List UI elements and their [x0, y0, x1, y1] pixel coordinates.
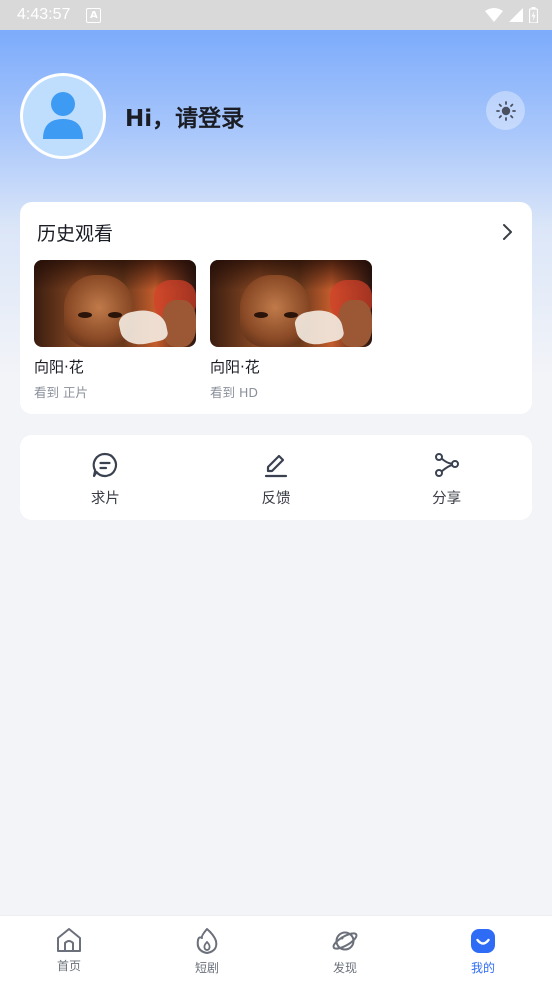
sun-icon	[495, 100, 516, 121]
history-card: 历史观看 向阳·花 看到 正片 向阳·花 看到 HD	[20, 202, 532, 414]
video-title: 向阳·花	[210, 358, 260, 376]
action-label: 反馈	[261, 491, 291, 507]
share-icon	[434, 453, 459, 477]
feedback-button[interactable]: 反馈	[191, 435, 362, 520]
tab-home[interactable]: 首页	[0, 916, 138, 984]
action-label: 求片	[90, 491, 120, 507]
theme-toggle-button[interactable]	[486, 91, 525, 130]
planet-icon	[332, 931, 358, 951]
tab-discover[interactable]: 发现	[276, 916, 414, 984]
tab-short-drama[interactable]: 短剧	[138, 916, 276, 984]
action-label: 分享	[432, 491, 462, 507]
tab-label: 首页	[56, 959, 81, 973]
video-thumbnail[interactable]	[210, 260, 372, 347]
history-title: 历史观看	[37, 222, 114, 245]
battery-icon	[529, 7, 538, 23]
watch-progress: 看到 正片	[34, 385, 88, 400]
notification-a-icon: A	[86, 7, 102, 23]
status-bar: 4:43:57 A	[0, 0, 552, 30]
user-icon	[43, 92, 83, 139]
history-item[interactable]: 向阳·花 看到 正片	[34, 260, 196, 401]
status-time: 4:43:57	[17, 6, 71, 23]
home-icon	[57, 928, 81, 952]
chat-icon	[92, 452, 118, 478]
quick-actions-card: 求片 反馈 分享	[20, 435, 532, 520]
tab-label: 我的	[470, 961, 495, 975]
signal-icon	[509, 8, 523, 22]
history-header[interactable]: 历史观看	[37, 219, 514, 245]
edit-icon	[264, 454, 288, 478]
tab-mine[interactable]: 我的	[414, 916, 552, 984]
share-button[interactable]: 分享	[361, 435, 532, 520]
chevron-right-icon[interactable]	[502, 223, 514, 241]
wifi-icon	[485, 8, 503, 22]
bottom-tab-bar: 首页 短剧 发现 我的	[0, 915, 552, 984]
flame-icon	[196, 928, 218, 954]
avatar[interactable]	[20, 73, 106, 159]
watch-progress: 看到 HD	[210, 385, 258, 400]
video-thumbnail[interactable]	[34, 260, 196, 347]
login-prompt[interactable]: Hi，请登录	[125, 99, 244, 133]
tab-label: 短剧	[194, 961, 219, 975]
history-item[interactable]: 向阳·花 看到 HD	[210, 260, 372, 401]
profile-section[interactable]: Hi，请登录	[20, 73, 532, 159]
video-title: 向阳·花	[34, 358, 84, 376]
smile-icon	[471, 929, 495, 953]
tab-label: 发现	[332, 961, 357, 975]
request-movie-button[interactable]: 求片	[20, 435, 191, 520]
